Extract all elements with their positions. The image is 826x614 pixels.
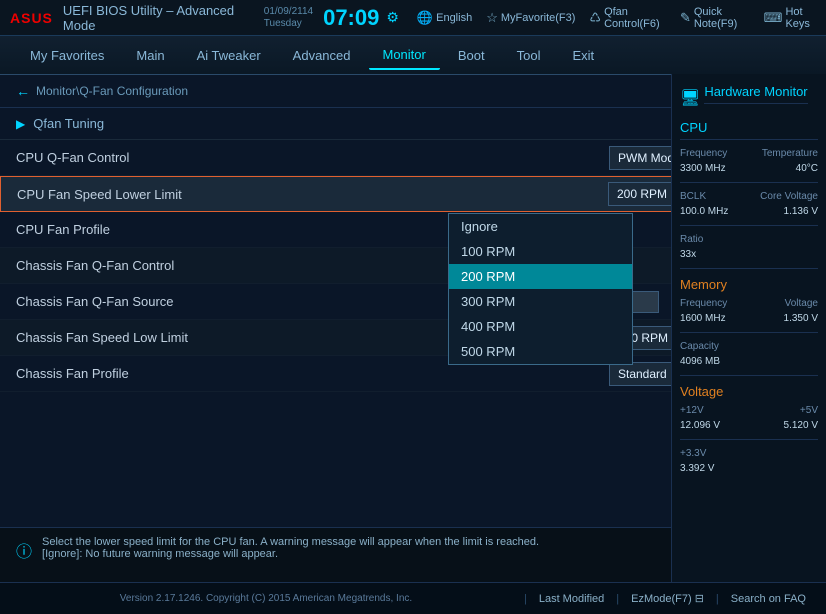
my-favorites-shortcut[interactable]: ☆ MyFavorite(F3) [486, 10, 575, 26]
date-info: 01/09/2114 Tuesday [264, 6, 313, 30]
language-icon: 🌐 [417, 10, 433, 26]
mem-capacity-label: Capacity [680, 341, 719, 352]
cpu-section-title: CPU [680, 120, 818, 140]
bios-title: UEFI BIOS Utility – Advanced Mode [63, 3, 246, 33]
cpu-section: CPU Frequency Temperature 3300 MHz 40°C … [680, 120, 818, 260]
hardware-monitor-panel: 🖥 Hardware Monitor CPU Frequency Tempera… [671, 74, 826, 582]
voltage-section: Voltage +12V +5V 12.096 V 5.120 V +3.3V … [680, 384, 818, 474]
nav-tool[interactable]: Tool [503, 42, 555, 69]
quick-note-shortcut[interactable]: ✎ Quick Note(F9) [680, 6, 750, 30]
cpu-freq-label: Frequency [680, 148, 727, 159]
mem-freq-value: 1600 MHz [680, 313, 726, 324]
nav-exit[interactable]: Exit [558, 42, 608, 69]
volt-5-value: 5.120 V [784, 420, 818, 431]
time-display: 07:09 [323, 5, 379, 31]
cpu-temp-label: Temperature [762, 148, 818, 159]
last-modified-link[interactable]: Last Modified [539, 593, 604, 605]
cpu-bclk-label: BCLK [680, 191, 706, 202]
favorites-label: MyFavorite(F3) [501, 12, 576, 24]
navbar: My Favorites Main Ai Tweaker Advanced Mo… [0, 36, 826, 74]
row-label: CPU Fan Speed Lower Limit [17, 187, 608, 202]
section-expand-icon[interactable]: ▶ [16, 117, 25, 131]
gear-icon[interactable]: ⚙ [386, 9, 399, 26]
memory-section: Memory Frequency Voltage 1600 MHz 1.350 … [680, 277, 818, 367]
mem-voltage-value: 1.350 V [784, 313, 818, 324]
nav-main[interactable]: Main [122, 42, 178, 69]
dropdown-menu: Ignore 100 RPM 200 RPM 300 RPM 400 RPM 5… [448, 213, 633, 365]
volt-12-values: 12.096 V 5.120 V [680, 420, 818, 431]
cpu-frequency-row: Frequency Temperature [680, 148, 818, 159]
qfan-control-shortcut[interactable]: ♺ Qfan Control(F6) [589, 6, 666, 30]
volt-12-row: +12V +5V [680, 405, 818, 416]
volt-33-label: +3.3V [680, 448, 706, 459]
cpu-temp-value: 40°C [796, 163, 818, 174]
mem-voltage-label: Voltage [785, 298, 818, 309]
memory-section-title: Memory [680, 277, 818, 292]
cpu-ratio-value: 33x [680, 249, 696, 260]
time-block: 01/09/2114 Tuesday 07:09 ⚙ [264, 5, 399, 31]
cpu-bclk-values: 100.0 MHz 1.136 V [680, 206, 818, 217]
volt-12-value: 12.096 V [680, 420, 720, 431]
asus-logo: ASUS [10, 10, 53, 26]
cpu-bclk-value: 100.0 MHz [680, 206, 728, 217]
volt-33-values: 3.392 V [680, 463, 818, 474]
dropdown-option-300rpm[interactable]: 300 RPM [449, 289, 632, 314]
hardware-monitor-title: Hardware Monitor [704, 84, 807, 104]
language-label: English [436, 12, 472, 24]
nav-monitor[interactable]: Monitor [369, 41, 440, 70]
cpu-freq-value: 3300 MHz [680, 163, 726, 174]
monitor-icon: 🖥 [680, 88, 700, 108]
quick-note-label: Quick Note(F9) [694, 6, 750, 30]
cpu-bclk-row: BCLK Core Voltage [680, 191, 818, 202]
copyright-text: Version 2.17.1246. Copyright (C) 2015 Am… [20, 593, 512, 604]
breadcrumb-text: Monitor\Q-Fan Configuration [36, 84, 188, 98]
volt-12-label: +12V [680, 405, 704, 416]
dropdown-value: Standard [618, 367, 667, 381]
nav-ai-tweaker[interactable]: Ai Tweaker [183, 42, 275, 69]
cpu-ratio-values: 33x [680, 249, 818, 260]
main-area: ← Monitor\Q-Fan Configuration ▶ Qfan Tun… [0, 75, 826, 523]
ezmode-link[interactable]: EzMode(F7) ⊟ [631, 592, 704, 605]
dropdown-option-ignore[interactable]: Ignore [449, 214, 632, 239]
cpu-voltage-label: Core Voltage [760, 191, 818, 202]
cpu-ratio-row: Ratio [680, 234, 818, 245]
mem-freq-row: Frequency Voltage [680, 298, 818, 309]
mem-capacity-row: Capacity [680, 341, 818, 352]
mem-freq-label: Frequency [680, 298, 727, 309]
dropdown-option-100rpm[interactable]: 100 RPM [449, 239, 632, 264]
row-label: CPU Q-Fan Control [16, 150, 609, 165]
hotkeys-icon: ⌨ [764, 10, 783, 26]
row-label: Chassis Fan Profile [16, 366, 609, 381]
voltage-section-title: Voltage [680, 384, 818, 399]
mem-capacity-value: 4096 MB [680, 356, 720, 367]
dropdown-option-500rpm[interactable]: 500 RPM [449, 339, 632, 364]
header-icons: 🌐 English ☆ MyFavorite(F3) ♺ Qfan Contro… [417, 6, 816, 30]
qfan-icon: ♺ [589, 10, 601, 26]
nav-advanced[interactable]: Advanced [279, 42, 365, 69]
volt-33-value: 3.392 V [680, 463, 714, 474]
search-faq-link[interactable]: Search on FAQ [731, 593, 806, 605]
back-arrow-icon[interactable]: ← [16, 83, 30, 99]
nav-boot[interactable]: Boot [444, 42, 499, 69]
mem-freq-values: 1600 MHz 1.350 V [680, 313, 818, 324]
dropdown-value: 200 RPM [617, 187, 667, 201]
qfan-label: Qfan Control(F6) [604, 6, 666, 30]
nav-my-favorites[interactable]: My Favorites [16, 42, 118, 69]
cpu-voltage-value: 1.136 V [784, 206, 818, 217]
cpu-ratio-label: Ratio [680, 234, 703, 245]
mem-capacity-values: 4096 MB [680, 356, 818, 367]
volt-5-label: +5V [800, 405, 818, 416]
hot-keys-shortcut[interactable]: ⌨ Hot Keys [764, 6, 816, 30]
header-top-bar: ASUS UEFI BIOS Utility – Advanced Mode 0… [0, 0, 826, 36]
hot-keys-label: Hot Keys [785, 6, 816, 30]
language-selector[interactable]: 🌐 English [417, 10, 472, 26]
section-title: Qfan Tuning [33, 116, 104, 131]
footer: Version 2.17.1246. Copyright (C) 2015 Am… [0, 582, 826, 614]
volt-33-row: +3.3V [680, 448, 818, 459]
dropdown-option-400rpm[interactable]: 400 RPM [449, 314, 632, 339]
cpu-frequency-values: 3300 MHz 40°C [680, 163, 818, 174]
favorites-icon: ☆ [486, 10, 498, 26]
note-icon: ✎ [680, 10, 691, 26]
dropdown-option-200rpm[interactable]: 200 RPM [449, 264, 632, 289]
